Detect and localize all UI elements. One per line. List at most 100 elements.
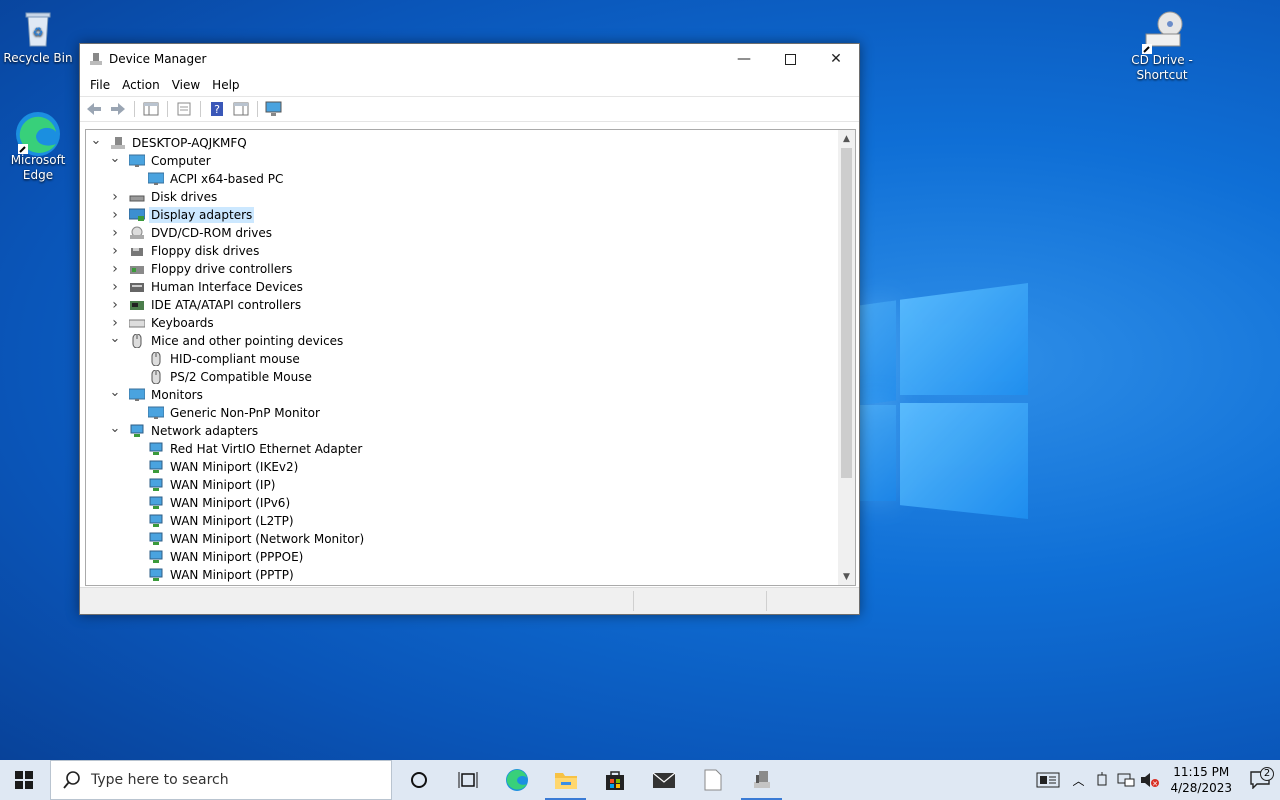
tree-root-computer[interactable]: ⌄ DESKTOP-AQJKMFQ [86,133,836,152]
recycle-bin-icon: ♻ [18,8,58,48]
monitor-icon [128,154,146,168]
taskbar-edge[interactable] [492,760,541,800]
tree-category[interactable]: › Keyboards [86,314,836,332]
back-button[interactable] [84,100,104,118]
expand-chevron-down-icon[interactable]: ⌄ [109,331,121,346]
menu-help[interactable]: Help [206,78,245,92]
expand-chevron-right-icon[interactable]: › [109,189,121,205]
tree-category[interactable]: › Display adapters [86,206,836,224]
expand-chevron-right-icon[interactable]: › [109,243,121,259]
expand-chevron-down-icon[interactable]: ⌄ [109,385,121,400]
recycle-bin-shortcut[interactable]: ♻ Recycle Bin [0,8,76,66]
window-title: Device Manager [109,52,207,66]
toolbar: ? [80,96,859,122]
floppyctl-icon [129,262,145,276]
action-pane-icon [233,102,249,116]
clock[interactable]: 11:15 PM 4/28/2023 [1162,764,1240,796]
menu-view[interactable]: View [166,78,206,92]
tree-category[interactable]: ⌄ Monitors [86,385,836,404]
action-center-button[interactable]: 2 [1240,767,1280,789]
microsoft-edge-shortcut[interactable]: Microsoft Edge [0,110,76,183]
expand-chevron-right-icon[interactable]: › [109,225,121,241]
toolbar-separator [167,101,168,117]
cortana-button[interactable] [394,760,443,800]
net-icon [148,514,164,528]
tree-device[interactable]: Red Hat VirtIO Ethernet Adapter [86,440,836,458]
minimize-button[interactable]: — [721,44,767,74]
title-bar[interactable]: Device Manager — ✕ [80,44,859,74]
start-button[interactable] [0,760,48,800]
properties-button[interactable] [174,100,194,118]
expand-chevron-down-icon[interactable]: ⌄ [109,421,121,436]
tree-device[interactable]: WAN Miniport (PPPOE) [86,548,836,566]
taskbar-file-explorer[interactable] [541,760,590,800]
vertical-scrollbar[interactable]: ▲ ▼ [838,130,855,585]
tree-category[interactable]: › Disk drives [86,188,836,206]
forward-button[interactable] [108,100,128,118]
menu-file[interactable]: File [84,78,116,92]
volume-button[interactable]: ✕ [1138,772,1162,788]
expand-chevron-right-icon[interactable]: › [109,207,121,223]
expand-chevron-right-icon[interactable]: › [109,261,121,277]
expand-chevron-right-icon[interactable]: › [109,297,121,313]
scroll-down-icon[interactable]: ▼ [838,568,855,585]
console-tree-icon [143,102,159,116]
edge-icon [505,769,528,791]
tree-device[interactable]: WAN Miniport (L2TP) [86,512,836,530]
clock-time: 11:15 PM [1173,765,1230,779]
close-button[interactable]: ✕ [813,44,859,74]
expand-chevron-down-icon[interactable]: ⌄ [90,133,102,148]
hid-icon [129,280,145,294]
taskbar-device-manager[interactable] [737,760,786,800]
tree-category[interactable]: ⌄ Mice and other pointing devices [86,331,836,350]
status-bar [80,587,859,614]
net-icon [148,460,164,474]
tray-device-button[interactable] [1090,772,1114,788]
tree-category[interactable]: ⌄ Computer [86,151,836,170]
scan-hardware-button[interactable] [264,100,284,118]
device-manager-icon [753,771,770,788]
toolbar-separator [134,101,135,117]
scrollbar-thumb[interactable] [841,148,852,478]
tree-device[interactable]: WAN Miniport (IPv6) [86,494,836,512]
device-manager-icon [90,53,102,65]
show-hidden-icons-button[interactable]: ︿ [1066,772,1090,789]
tree-category[interactable]: › Floppy disk drives [86,242,836,260]
taskbar-notepad[interactable] [688,760,737,800]
tree-device[interactable]: WAN Miniport (IP) [86,476,836,494]
tree-device[interactable]: WAN Miniport (PPTP) [86,566,836,584]
scroll-up-icon[interactable]: ▲ [838,130,855,147]
tree-device[interactable]: WAN Miniport (IKEv2) [86,458,836,476]
maximize-button[interactable] [767,44,813,74]
cd-drive-shortcut[interactable]: CD Drive - Shortcut [1124,10,1200,83]
tree-category[interactable]: › DVD/CD-ROM drives [86,224,836,242]
action-pane-button[interactable] [231,100,251,118]
tree-category[interactable]: › Human Interface Devices [86,278,836,296]
tree-device[interactable]: HID-compliant mouse [86,350,836,368]
show-hide-console-tree-button[interactable] [141,100,161,118]
taskbar-search-box[interactable]: Type here to search [50,760,392,800]
expand-chevron-down-icon[interactable]: ⌄ [109,151,121,166]
tree-device[interactable]: PS/2 Compatible Mouse [86,368,836,386]
network-status-button[interactable] [1114,772,1138,788]
tree-category[interactable]: › IDE ATA/ATAPI controllers [86,296,836,314]
help-button[interactable]: ? [207,100,227,118]
device-tree: ⌄ DESKTOP-AQJKMFQ ⌄ Computer ACPI x64-based … [86,130,836,584]
tree-device[interactable]: Generic Non-PnP Monitor [86,404,836,422]
tree-category[interactable]: › Floppy drive controllers [86,260,836,278]
taskbar-store[interactable] [590,760,639,800]
mouse-icon [148,369,164,385]
recycle-bin-label: Recycle Bin [3,51,73,65]
tree-device[interactable]: WAN Miniport (Network Monitor) [86,530,836,548]
taskbar-mail[interactable] [639,760,688,800]
expand-chevron-right-icon[interactable]: › [109,315,121,331]
tree-device[interactable]: ACPI x64-based PC [86,170,836,188]
task-view-button[interactable] [443,760,492,800]
expand-chevron-right-icon[interactable]: › [109,279,121,295]
menu-action[interactable]: Action [116,78,166,92]
news-widget-button[interactable] [1030,772,1066,788]
tree-category[interactable]: ⌄ Network adapters [86,421,836,440]
